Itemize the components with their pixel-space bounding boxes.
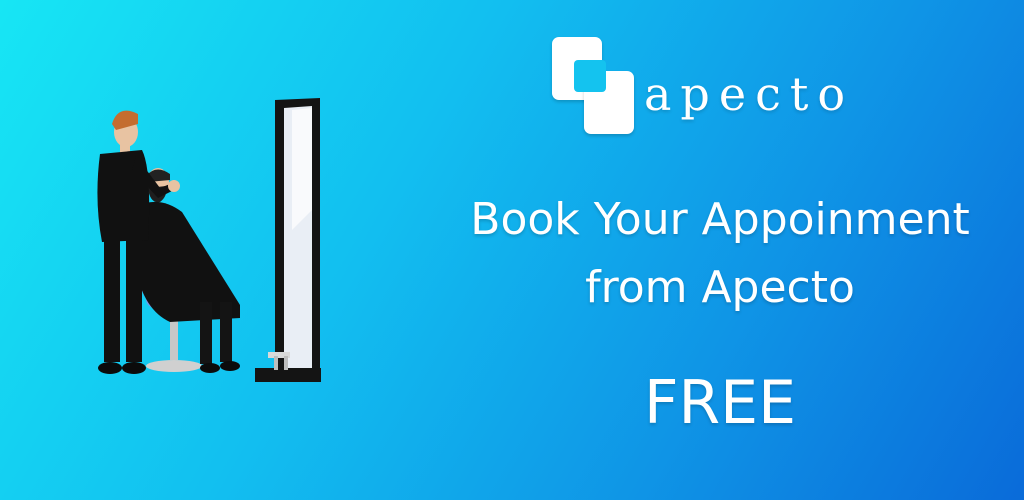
- mirror-icon: [255, 98, 321, 382]
- brand-name: apecto: [644, 66, 855, 121]
- headline: Book Your Appoinment from Apecto: [440, 186, 1000, 322]
- stacked-squares-logo-icon: [552, 31, 638, 135]
- customer-figure-icon: [134, 168, 240, 373]
- free-label: FREE: [643, 368, 797, 438]
- brand-logo: apecto: [552, 30, 854, 135]
- promo-banner: apecto Book Your Appoinment from Apecto …: [0, 0, 1024, 500]
- headline-line-2: from Apecto: [585, 262, 855, 313]
- headline-line-1: Book Your Appoinment: [470, 194, 970, 245]
- barber-illustration-icon: [97, 98, 321, 382]
